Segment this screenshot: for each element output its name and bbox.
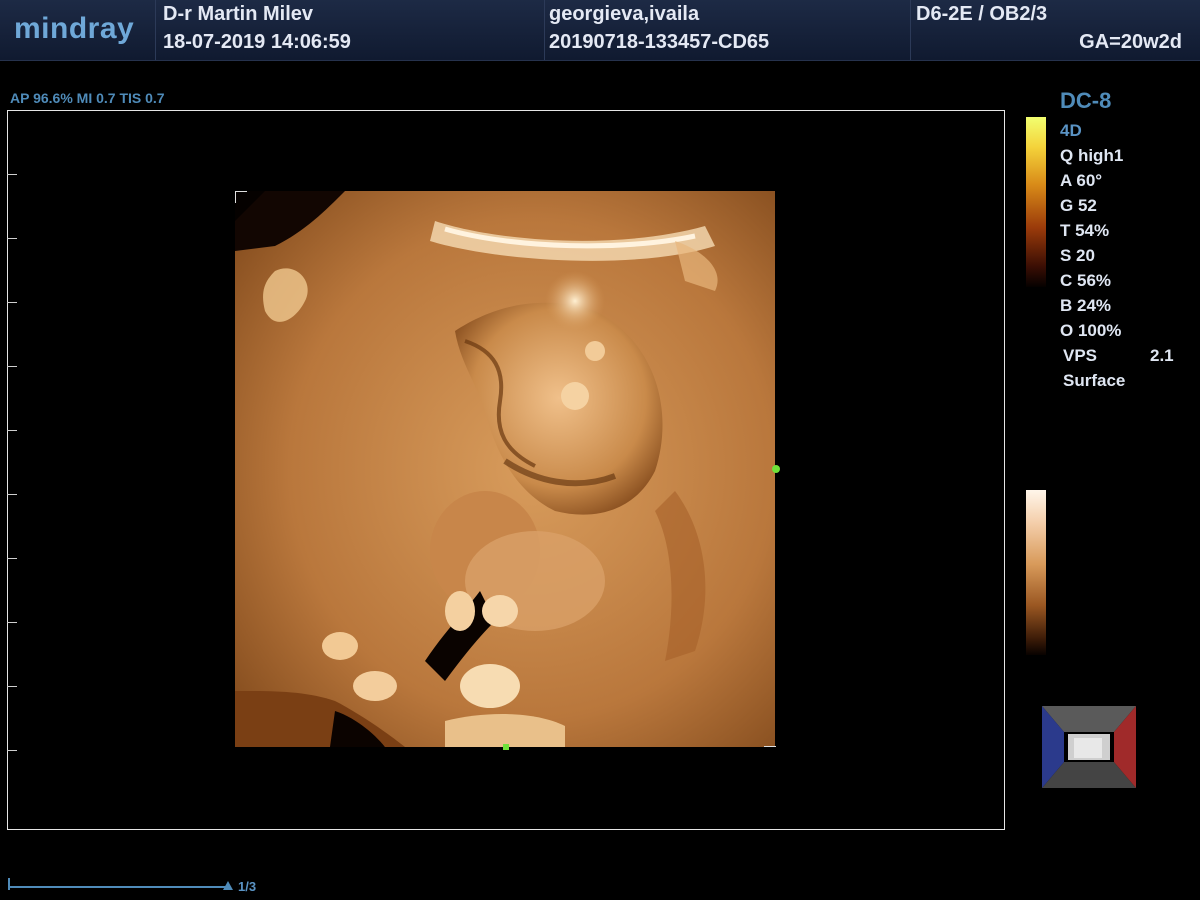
render-marker-right[interactable] <box>772 465 780 473</box>
cine-slider-start <box>8 878 10 890</box>
cine-slider-track[interactable] <box>10 886 230 888</box>
depth-tick <box>7 750 17 751</box>
operator-cell: D-r Martin Milev 18-07-2019 14:06:59 <box>155 0 545 60</box>
depth-tick <box>7 494 17 495</box>
depth-tick <box>7 430 17 431</box>
depth-tick <box>7 558 17 559</box>
param-opacity: O 100% <box>1060 321 1122 340</box>
param-quality: Q high1 <box>1060 146 1124 165</box>
render-image <box>235 191 775 747</box>
cine-page-indicator: 1/3 <box>238 879 257 894</box>
patient-name: georgieva,ivaila <box>549 3 700 25</box>
param-contrast: C 56% <box>1060 271 1112 290</box>
depth-tick <box>7 302 17 303</box>
depth-tick <box>7 174 17 175</box>
roi-corner-br <box>764 746 776 747</box>
param-threshold: T 54% <box>1060 221 1110 240</box>
param-render-mode: Surface <box>1063 371 1126 390</box>
exam-id: 20190718-133457-CD65 <box>549 31 770 53</box>
color-map-bar <box>1026 117 1046 287</box>
mindray-logo: mindray <box>14 12 135 45</box>
render-marker-bottom[interactable] <box>503 744 509 750</box>
depth-tick <box>7 238 17 239</box>
roi-corner-tl <box>235 191 247 192</box>
param-angle: A 60° <box>1060 171 1103 190</box>
orientation-cube-icon[interactable] <box>1042 706 1136 788</box>
gray-map-bar <box>1026 490 1046 655</box>
param-brightness: B 24% <box>1060 296 1112 315</box>
depth-tick <box>7 366 17 367</box>
operator-name: D-r Martin Milev <box>163 3 314 25</box>
param-gain: G 52 <box>1060 196 1097 215</box>
preset-cell: D6-2E / OB2/3 GA=20w2d <box>910 0 1200 60</box>
fetal-4d-surface-render[interactable] <box>235 191 775 747</box>
probe-preset: D6-2E / OB2/3 <box>916 3 1048 25</box>
acoustic-output-readout: AP 96.6% MI 0.7 TIS 0.7 <box>10 90 165 106</box>
patient-cell: georgieva,ivaila 20190718-133457-CD65 <box>544 0 911 60</box>
param-mode: 4D <box>1060 121 1082 140</box>
probe-label: DC-8 <box>1060 88 1112 113</box>
depth-tick <box>7 686 17 687</box>
param-vps: VPS 2.1 <box>1063 346 1174 365</box>
roi-corner-tl-v <box>235 191 236 203</box>
param-smooth: S 20 <box>1060 246 1095 265</box>
imaging-parameters-list: 4D Q high1 A 60° G 52 T 54% S 20 C 56% B… <box>1060 118 1190 393</box>
cine-slider-handle[interactable] <box>223 881 233 890</box>
brand-cell: mindray <box>0 0 156 60</box>
gestational-age: GA=20w2d <box>1079 31 1182 53</box>
exam-datetime: 18-07-2019 14:06:59 <box>163 31 351 53</box>
top-header-bar: mindray D-r Martin Milev 18-07-2019 14:0… <box>0 0 1200 61</box>
depth-tick <box>7 622 17 623</box>
